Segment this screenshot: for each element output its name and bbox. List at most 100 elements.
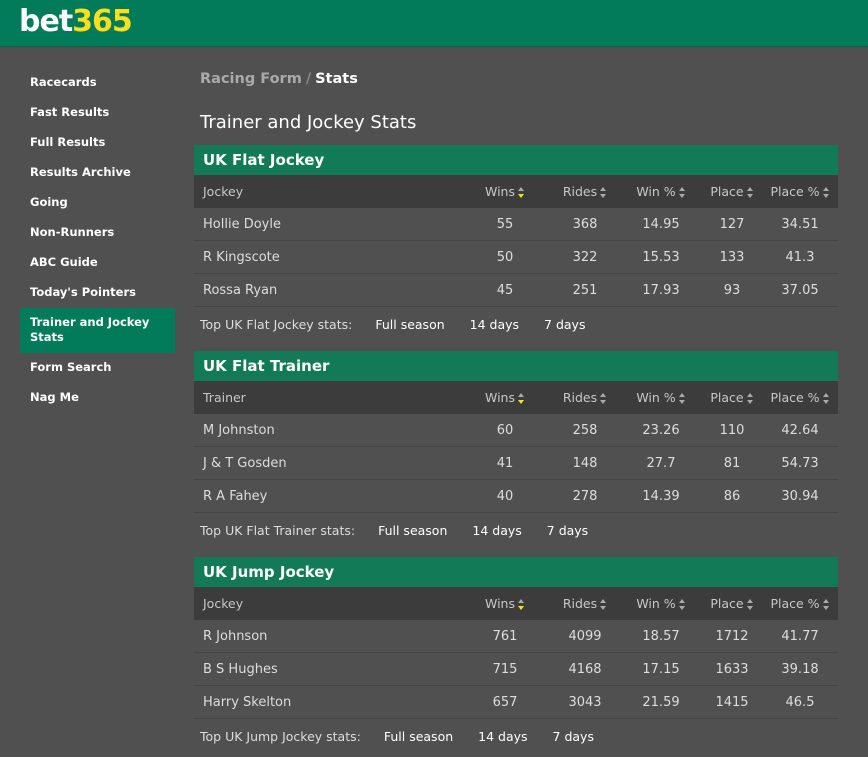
col-place-label: Place: [710, 596, 744, 611]
cell-place: 133: [719, 249, 745, 265]
col-name[interactable]: Jockey: [194, 184, 460, 199]
cell-place: 86: [723, 488, 741, 504]
col-name[interactable]: Jockey: [194, 596, 460, 611]
table-row[interactable]: Hollie Doyle 55 368 14.95 127 34.51: [194, 208, 838, 241]
col-wins[interactable]: Wins: [460, 184, 550, 199]
sort-icon: [822, 599, 830, 610]
link-14-days[interactable]: 14 days: [470, 317, 519, 332]
sidebar-item-going[interactable]: Going: [20, 188, 175, 218]
cell-place-pct: 46.5: [785, 694, 815, 710]
link-14-days[interactable]: 14 days: [472, 523, 521, 538]
col-place[interactable]: Place: [702, 184, 762, 199]
col-wins-label: Wins: [485, 184, 515, 199]
table-row[interactable]: M Johnston 60 258 23.26 110 42.64: [194, 414, 838, 447]
cell-place-pct: 30.94: [781, 488, 819, 504]
cell-name: M Johnston: [203, 422, 275, 438]
sidebar-item-todays-pointers[interactable]: Today's Pointers: [20, 278, 175, 308]
col-rides[interactable]: Rides: [550, 390, 620, 405]
col-win-pct-label: Win %: [636, 596, 676, 611]
sidebar-item-form-search[interactable]: Form Search: [20, 353, 175, 383]
table-row[interactable]: R A Fahey 40 278 14.39 86 30.94: [194, 480, 838, 513]
table-row[interactable]: R Johnson 761 4099 18.57 1712 41.77: [194, 620, 838, 653]
stats-period-label: Top UK Flat Trainer stats:: [200, 522, 356, 538]
col-rides[interactable]: Rides: [550, 184, 620, 199]
cell-place-pct: 42.64: [781, 422, 819, 438]
col-place[interactable]: Place: [702, 596, 762, 611]
sort-icon: [678, 187, 686, 198]
link-full-season[interactable]: Full season: [384, 729, 453, 744]
col-rides[interactable]: Rides: [550, 596, 620, 611]
section-uk-flat-jockey: UK Flat Jockey Jockey Wins Rides Win % P…: [194, 145, 838, 341]
table-row[interactable]: R Kingscote 50 322 15.53 133 41.3: [194, 241, 838, 274]
cell-win-pct: 15.53: [642, 249, 680, 265]
cell-name: Rossa Ryan: [203, 282, 278, 298]
cell-wins: 45: [496, 282, 514, 298]
col-place-pct[interactable]: Place %: [762, 184, 838, 199]
stats-period-links: Top UK Flat Jockey stats: Full season 14…: [194, 307, 838, 341]
table-row[interactable]: J & T Gosden 41 148 27.7 81 54.73: [194, 447, 838, 480]
table-row[interactable]: Rossa Ryan 45 251 17.93 93 37.05: [194, 274, 838, 307]
cell-place-pct: 39.18: [781, 661, 819, 677]
sort-icon: [678, 393, 686, 404]
breadcrumb-racing-form[interactable]: Racing Form: [200, 71, 302, 87]
col-win-pct[interactable]: Win %: [620, 184, 702, 199]
cell-rides: 251: [572, 282, 598, 298]
link-full-season[interactable]: Full season: [375, 317, 444, 332]
col-place-pct[interactable]: Place %: [762, 390, 838, 405]
bet365-logo[interactable]: bet365: [19, 4, 133, 40]
sort-icon: [600, 599, 607, 610]
cell-rides: 148: [572, 455, 598, 471]
col-win-pct[interactable]: Win %: [620, 596, 702, 611]
col-win-pct[interactable]: Win %: [620, 390, 702, 405]
col-wins[interactable]: Wins: [460, 390, 550, 405]
cell-place-pct: 41.77: [781, 628, 819, 644]
section-title: UK Flat Trainer: [194, 351, 838, 381]
col-wins-label: Wins: [485, 390, 515, 405]
col-wins[interactable]: Wins: [460, 596, 550, 611]
sidebar-item-abc-guide[interactable]: ABC Guide: [20, 248, 175, 278]
col-place-label: Place: [710, 184, 744, 199]
cell-rides: 4168: [568, 661, 602, 677]
cell-name: B S Hughes: [203, 661, 278, 677]
sort-icon: [822, 187, 830, 198]
link-7-days[interactable]: 7 days: [553, 729, 594, 744]
sidebar-item-fast-results[interactable]: Fast Results: [20, 98, 175, 128]
column-header-row: Trainer Wins Rides Win % Place Place %: [194, 381, 838, 414]
link-7-days[interactable]: 7 days: [544, 317, 585, 332]
cell-name: Harry Skelton: [203, 694, 292, 710]
section-title: UK Flat Jockey: [194, 145, 838, 175]
cell-wins: 41: [496, 455, 514, 471]
cell-win-pct: 17.93: [642, 282, 680, 298]
sort-desc-icon: [518, 393, 525, 404]
stats-period-label: Top UK Jump Jockey stats:: [200, 728, 361, 744]
sort-icon: [822, 393, 830, 404]
col-win-pct-label: Win %: [636, 184, 676, 199]
cell-place-pct: 34.51: [781, 216, 819, 232]
cell-win-pct: 27.7: [646, 455, 676, 471]
link-full-season[interactable]: Full season: [378, 523, 447, 538]
sort-icon: [746, 393, 754, 404]
sort-icon: [678, 599, 686, 610]
logo-text-365: 365: [72, 4, 133, 39]
sidebar-item-nag-me[interactable]: Nag Me: [20, 383, 175, 413]
link-7-days[interactable]: 7 days: [547, 523, 588, 538]
cell-wins: 60: [496, 422, 514, 438]
table-row[interactable]: B S Hughes 715 4168 17.15 1633 39.18: [194, 653, 838, 686]
col-place[interactable]: Place: [702, 390, 762, 405]
sidebar-item-full-results[interactable]: Full Results: [20, 128, 175, 158]
cell-rides: 3043: [568, 694, 602, 710]
sidebar-item-racecards[interactable]: Racecards: [20, 68, 175, 98]
sidebar-item-trainer-jockey-stats[interactable]: Trainer and Jockey Stats: [20, 308, 175, 353]
col-name[interactable]: Trainer: [194, 390, 460, 405]
page-title: Trainer and Jockey Stats: [200, 112, 417, 133]
cell-win-pct: 17.15: [642, 661, 680, 677]
sidebar-item-non-runners[interactable]: Non-Runners: [20, 218, 175, 248]
col-place-pct[interactable]: Place %: [762, 596, 838, 611]
cell-wins: 50: [496, 249, 514, 265]
cell-rides: 322: [572, 249, 598, 265]
col-rides-label: Rides: [562, 596, 598, 611]
sidebar-item-results-archive[interactable]: Results Archive: [20, 158, 175, 188]
table-row[interactable]: Harry Skelton 657 3043 21.59 1415 46.5: [194, 686, 838, 719]
sidebar-nav: Racecards Fast Results Full Results Resu…: [20, 68, 175, 413]
link-14-days[interactable]: 14 days: [478, 729, 527, 744]
